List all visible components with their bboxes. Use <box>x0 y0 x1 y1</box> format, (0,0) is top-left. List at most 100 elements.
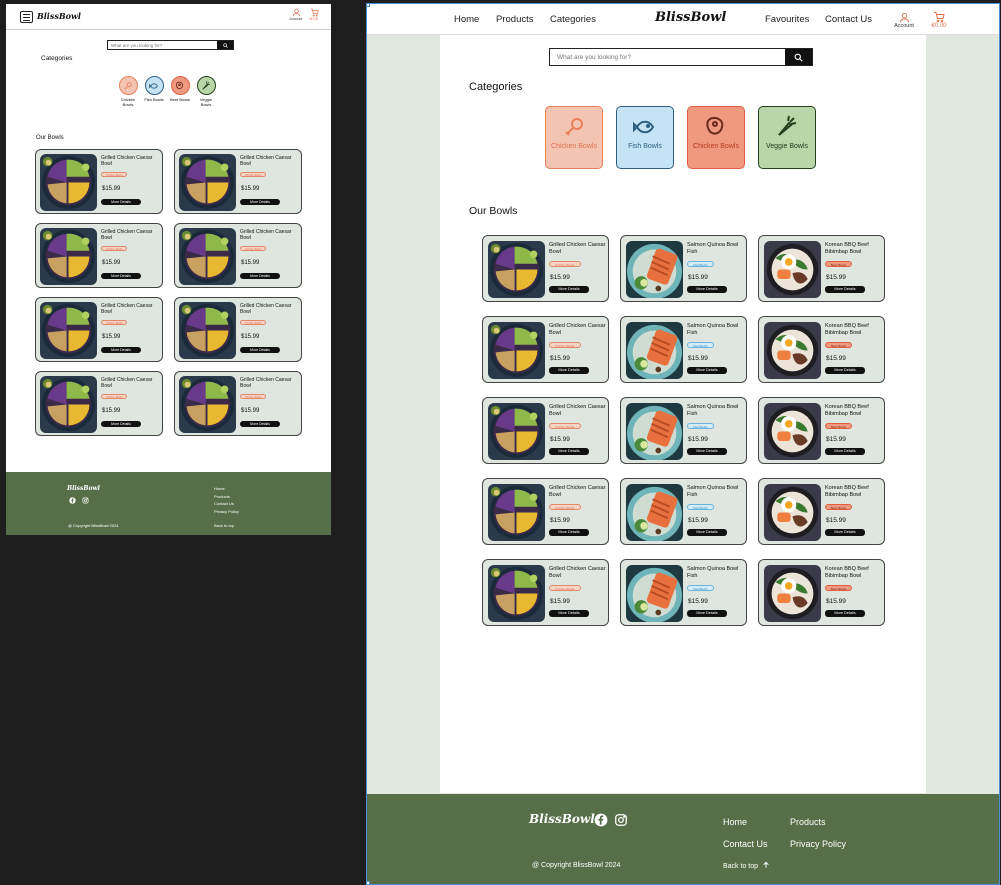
category-beef[interactable]: Chicken Bowls <box>687 106 745 169</box>
bowl-category-tag: Fish Bowls <box>687 261 714 267</box>
footer-link-contact[interactable]: Contact Us <box>214 500 239 508</box>
bowl-card[interactable]: Grilled Chicken Caesar Bowl Chicken Bowls… <box>482 478 609 545</box>
nav-favourites[interactable]: Favourites <box>765 14 809 25</box>
search-input[interactable] <box>550 49 785 65</box>
footer-logo[interactable]: BlissBowl <box>67 485 100 492</box>
footer-link-privacy[interactable]: Privacy Policy <box>214 508 239 516</box>
bowl-card[interactable]: Korean BBQ Beef Bibimbap Bowl Beef Bowls $… <box>758 397 885 464</box>
footer-link-home[interactable]: Home <box>214 485 239 493</box>
instagram-icon[interactable] <box>614 813 628 827</box>
facebook-icon[interactable] <box>594 813 608 827</box>
bowl-card[interactable]: Grilled Chicken Caesar Bowl Chicken Bowls… <box>174 371 302 436</box>
bowl-image <box>40 228 97 285</box>
more-details-button[interactable]: More Details <box>825 610 865 617</box>
bowl-card[interactable]: Salmon Quinoa Bowl Fish Fish Bowls $15.99 M… <box>620 397 747 464</box>
more-details-button[interactable]: More Details <box>687 367 727 374</box>
cart-button[interactable]: €0.00 <box>307 8 321 21</box>
search-button[interactable] <box>785 49 812 65</box>
logo[interactable]: BlissBowl <box>37 11 81 21</box>
fish-icon <box>149 82 158 89</box>
bowl-card[interactable]: Grilled Chicken Caesar Bowl Chicken Bowls… <box>35 149 163 214</box>
cart-icon <box>310 8 319 17</box>
bowl-card[interactable]: Salmon Quinoa Bowl Fish Fish Bowls $15.99 M… <box>620 235 747 302</box>
category-fish[interactable]: Fish Bowls <box>144 76 164 108</box>
back-to-top-link[interactable]: Back to top <box>214 523 234 528</box>
bowl-card[interactable]: Salmon Quinoa Bowl Fish Fish Bowls $15.99 M… <box>620 559 747 626</box>
more-details-button[interactable]: More Details <box>101 199 141 205</box>
copyright: @ Copyright BlissBowl 2024 <box>532 862 621 869</box>
search-icon <box>222 42 228 48</box>
hamburger-menu-icon[interactable] <box>20 11 33 23</box>
footer-link-products[interactable]: Products <box>214 493 239 501</box>
account-button[interactable]: Account <box>287 8 305 21</box>
nav-contact[interactable]: Contact Us <box>825 14 872 25</box>
more-details-button[interactable]: More Details <box>101 273 141 279</box>
more-details-button[interactable]: More Details <box>687 610 727 617</box>
facebook-icon[interactable] <box>69 497 76 504</box>
more-details-button[interactable]: More Details <box>687 529 727 536</box>
more-details-button[interactable]: More Details <box>240 273 280 279</box>
category-label: Beef Bowls <box>170 97 191 102</box>
bowl-card[interactable]: Korean BBQ Beef Bibimbap Bowl Beef Bowls $… <box>758 478 885 545</box>
bowl-card[interactable]: Korean BBQ Beef Bibimbap Bowl Beef Bowls $… <box>758 559 885 626</box>
more-details-button[interactable]: More Details <box>240 421 280 427</box>
bowl-card[interactable]: Korean BBQ Beef Bibimbap Bowl Beef Bowls $… <box>758 316 885 383</box>
more-details-button[interactable]: More Details <box>101 347 141 353</box>
more-details-button[interactable]: More Details <box>825 367 865 374</box>
bowl-price: $15.99 <box>550 517 570 524</box>
bowl-name: Korean BBQ Beef Bibimbap Bowl <box>825 404 869 417</box>
more-details-button[interactable]: More Details <box>549 448 589 455</box>
search-input[interactable] <box>108 41 217 49</box>
footer-link-home[interactable]: Home <box>723 817 747 827</box>
category-veggie[interactable]: Veggie Bowls <box>758 106 816 169</box>
bowl-card[interactable]: Grilled Chicken Caesar Bowl Chicken Bowls… <box>482 559 609 626</box>
more-details-button[interactable]: More Details <box>240 347 280 353</box>
footer-logo[interactable]: BlissBowl <box>529 812 595 826</box>
more-details-button[interactable]: More Details <box>549 286 589 293</box>
footer-link-contact[interactable]: Contact Us <box>723 839 768 849</box>
bowl-card[interactable]: Grilled Chicken Caesar Bowl Chicken Bowls… <box>482 235 609 302</box>
more-details-button[interactable]: More Details <box>549 367 589 374</box>
selection-handle[interactable] <box>367 881 370 884</box>
cart-button[interactable]: €0.00 <box>928 11 950 29</box>
more-details-button[interactable]: More Details <box>549 529 589 536</box>
footer-link-privacy[interactable]: Privacy Policy <box>790 839 846 849</box>
nav-home[interactable]: Home <box>454 14 479 25</box>
bowl-card[interactable]: Grilled Chicken Caesar Bowl Chicken Bowls… <box>174 223 302 288</box>
bowl-card[interactable]: Grilled Chicken Caesar Bowl Chicken Bowls… <box>35 371 163 436</box>
more-details-button[interactable]: More Details <box>549 610 589 617</box>
bowl-card[interactable]: Grilled Chicken Caesar Bowl Chicken Bowls… <box>174 297 302 362</box>
category-veggie[interactable]: Veggie Bowls <box>196 76 216 108</box>
more-details-button[interactable]: More Details <box>101 421 141 427</box>
bowl-card[interactable]: Salmon Quinoa Bowl Fish Fish Bowls $15.99 M… <box>620 478 747 545</box>
bowl-card[interactable]: Grilled Chicken Caesar Bowl Chicken Bowls… <box>482 316 609 383</box>
nav-categories[interactable]: Categories <box>550 14 596 25</box>
category-chicken[interactable]: Chicken Bowls <box>545 106 603 169</box>
bowl-image <box>626 322 683 379</box>
account-button[interactable]: Account <box>891 12 917 29</box>
more-details-button[interactable]: More Details <box>687 286 727 293</box>
nav-products[interactable]: Products <box>496 14 534 25</box>
more-details-button[interactable]: More Details <box>240 199 280 205</box>
bowl-card[interactable]: Grilled Chicken Caesar Bowl Chicken Bowls… <box>174 149 302 214</box>
bowl-card[interactable]: Grilled Chicken Caesar Bowl Chicken Bowls… <box>482 397 609 464</box>
search-button[interactable] <box>217 41 233 49</box>
more-details-button[interactable]: More Details <box>825 448 865 455</box>
search-icon <box>794 53 803 62</box>
back-to-top-link[interactable]: Back to top <box>723 861 770 870</box>
category-fish[interactable]: Fish Bowls <box>616 106 674 169</box>
logo[interactable]: BlissBowl <box>655 10 726 25</box>
more-details-button[interactable]: More Details <box>825 286 865 293</box>
more-details-button[interactable]: More Details <box>825 529 865 536</box>
instagram-icon[interactable] <box>82 497 89 504</box>
bowl-card[interactable]: Grilled Chicken Caesar Bowl Chicken Bowls… <box>35 297 163 362</box>
bowl-card[interactable]: Salmon Quinoa Bowl Fish Fish Bowls $15.99 M… <box>620 316 747 383</box>
chicken-leg-icon <box>565 118 583 136</box>
category-beef[interactable]: Beef Bowls <box>170 76 190 108</box>
selection-handle[interactable] <box>367 4 370 7</box>
bowl-card[interactable]: Korean BBQ Beef Bibimbap Bowl Beef Bowls $… <box>758 235 885 302</box>
more-details-button[interactable]: More Details <box>687 448 727 455</box>
bowl-card[interactable]: Grilled Chicken Caesar Bowl Chicken Bowls… <box>35 223 163 288</box>
category-chicken[interactable]: Chicken Bowls <box>118 76 138 108</box>
footer-link-products[interactable]: Products <box>790 817 826 827</box>
